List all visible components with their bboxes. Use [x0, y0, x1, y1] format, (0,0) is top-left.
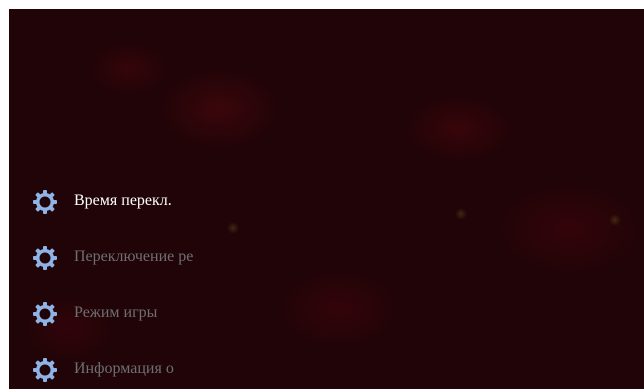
settings-menu: Время перекл. Переключение ре Режим игры…	[32, 176, 193, 389]
flower-center-decoration	[227, 222, 239, 234]
menu-item-label: Переключение ре	[74, 248, 194, 265]
gear-icon	[32, 357, 58, 383]
menu-item-game-mode[interactable]: Режим игры	[32, 288, 193, 344]
menu-item-switch-time[interactable]: Время перекл.	[32, 176, 193, 232]
menu-item-label: Режим игры	[74, 304, 158, 321]
screen: Время перекл. Переключение ре Режим игры…	[0, 0, 644, 389]
flower-center-decoration	[455, 208, 467, 220]
flower-center-decoration	[609, 214, 621, 226]
menu-item-info[interactable]: Информация о	[32, 344, 193, 389]
menu-item-label: Информация о	[74, 360, 174, 377]
gear-icon	[32, 189, 58, 215]
menu-item-label: Время перекл.	[74, 192, 172, 209]
gear-icon	[32, 245, 58, 271]
menu-item-mode-switch[interactable]: Переключение ре	[32, 232, 193, 288]
gear-icon	[32, 301, 58, 327]
